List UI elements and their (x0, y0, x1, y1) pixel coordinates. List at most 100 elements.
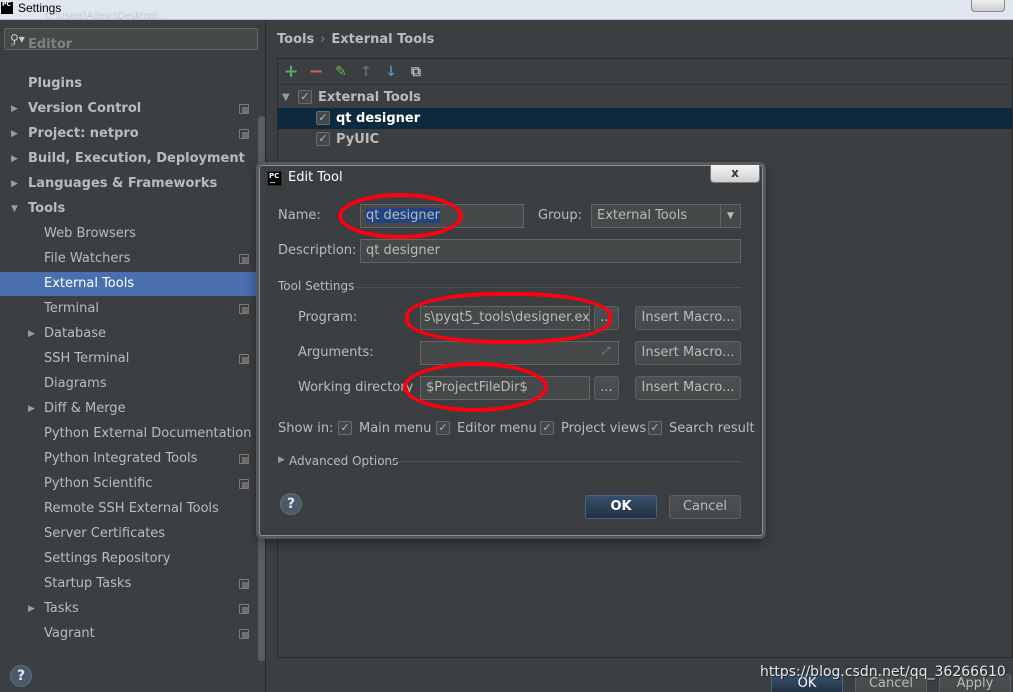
expand-arrow-icon[interactable]: ▶ (11, 172, 18, 196)
add-tool-button[interactable]: + (281, 62, 301, 82)
sidebar-item[interactable]: ▶ Database (0, 322, 258, 346)
working-directory-browse-button[interactable]: ... (594, 376, 619, 400)
tool-checkbox[interactable]: ✓ (316, 111, 330, 125)
dialog-close-button[interactable]: x (710, 165, 760, 183)
remove-tool-button[interactable]: − (306, 62, 326, 82)
sidebar-item[interactable]: ▸ Editor (0, 33, 258, 57)
dropdown-arrow-icon: ▼ (720, 205, 740, 227)
move-up-button[interactable]: ↑ (356, 62, 376, 82)
sidebar-item-label: Diagrams (44, 376, 107, 391)
expand-arrow-icon[interactable]: ▸ (11, 33, 16, 57)
external-tools-toolbar: + − ✎ ↑ ↓ ⧉ (278, 59, 1012, 85)
sidebar-item[interactable]: ▼ Tools (0, 197, 258, 221)
tool-settings-heading: Tool Settings (278, 279, 355, 293)
expand-arrow-icon[interactable]: ▶ (28, 597, 35, 621)
project-level-icon (239, 354, 249, 364)
sidebar-item[interactable]: Diagrams (0, 372, 258, 396)
sidebar-item[interactable]: Server Certificates (0, 522, 258, 546)
copy-tool-button[interactable]: ⧉ (406, 62, 426, 82)
sidebar-item[interactable]: Terminal (0, 297, 258, 321)
ok-button[interactable]: OK (585, 495, 657, 519)
breadcrumb-tools: Tools (277, 32, 315, 47)
sidebar-item[interactable]: Plugins (0, 72, 258, 96)
description-field[interactable]: qt designer (360, 239, 741, 263)
expand-arrow-icon[interactable]: ▶ (28, 322, 35, 346)
tool-row-qt-designer[interactable]: ✓ qt designer (278, 108, 1012, 129)
sidebar-item-label: File Watchers (44, 251, 131, 266)
editor-menu-checkbox[interactable]: ✓ (436, 421, 450, 435)
help-button[interactable]: ? (10, 665, 32, 687)
arguments-field[interactable]: ⤢ (420, 341, 619, 365)
sidebar-item-label: Server Certificates (44, 526, 166, 541)
working-directory-label: Working directory (298, 380, 414, 395)
sidebar-item[interactable]: ▶ Diff & Merge (0, 397, 258, 421)
sidebar-item-label: Diff & Merge (44, 401, 126, 416)
expand-arrow-icon[interactable]: ▶ (11, 97, 18, 121)
sidebar-item[interactable]: File Watchers (0, 247, 258, 271)
section-divider (394, 461, 741, 462)
editor-menu-label: Editor menu (457, 421, 537, 436)
sidebar-item[interactable]: Remote SSH External Tools (0, 497, 258, 521)
expand-arrow-icon[interactable]: ▶ (11, 147, 18, 171)
sidebar-item[interactable]: ▶ Build, Execution, Deployment (0, 147, 258, 171)
sidebar-item[interactable]: ▶ Tasks (0, 597, 258, 621)
tools-group-row[interactable]: ▼ ✓ External Tools (278, 87, 1012, 108)
red-annotation-program (405, 292, 612, 344)
move-down-button[interactable]: ↓ (381, 62, 401, 82)
collapse-arrow-icon[interactable]: ▼ (11, 197, 18, 221)
program-insert-macro-button[interactable]: Insert Macro... (635, 306, 741, 330)
sidebar-item-label: Python External Documentation (44, 426, 252, 441)
sidebar-item[interactable]: Python External Documentation (0, 422, 258, 446)
working-directory-insert-macro-button[interactable]: Insert Macro... (635, 376, 741, 400)
edit-tool-dialog: PC Edit Tool x Name: qt designer Group: … (259, 165, 763, 536)
project-views-checkbox[interactable]: ✓ (540, 421, 554, 435)
dialog-help-button[interactable]: ? (280, 493, 302, 515)
expand-icon[interactable]: ⤢ (602, 346, 614, 358)
dialog-title: Edit Tool (288, 170, 343, 185)
group-combobox[interactable]: External Tools ▼ (591, 204, 741, 228)
edit-tool-button[interactable]: ✎ (331, 62, 351, 82)
sidebar-item[interactable]: ▶ Project: netpro (0, 122, 258, 146)
sidebar-item[interactable]: Web Browsers (0, 222, 258, 246)
sidebar-item[interactable]: Startup Tasks (0, 572, 258, 596)
section-divider (356, 287, 741, 288)
expand-arrow-icon[interactable]: ▶ (278, 455, 285, 465)
project-level-icon (239, 254, 249, 264)
sidebar-item[interactable]: SSH Terminal (0, 347, 258, 371)
expand-arrow-icon[interactable]: ▶ (11, 122, 18, 146)
sidebar-item-label: Project: netpro (28, 126, 139, 141)
sidebar-item-label: Startup Tasks (44, 576, 132, 591)
cancel-button[interactable]: Cancel (669, 495, 741, 519)
sidebar-item[interactable]: Settings Repository (0, 547, 258, 571)
group-checkbox[interactable]: ✓ (298, 90, 312, 104)
expand-arrow-icon[interactable]: ▶ (28, 397, 35, 421)
sidebar-item-label: Languages & Frameworks (28, 176, 218, 191)
project-views-label: Project views (561, 421, 647, 436)
project-level-icon (239, 304, 249, 314)
red-annotation-name (338, 193, 463, 239)
sidebar-item-label: Build, Execution, Deployment (28, 151, 245, 166)
tool-label: PyUIC (336, 132, 380, 147)
main-menu-checkbox[interactable]: ✓ (338, 421, 352, 435)
sidebar-item[interactable]: ▶ Languages & Frameworks (0, 172, 258, 196)
sidebar-item-label: Remote SSH External Tools (44, 501, 219, 516)
sidebar-item-label: Database (44, 326, 107, 341)
sidebar-item[interactable]: Python Integrated Tools (0, 447, 258, 471)
sidebar-item-label: Python Integrated Tools (44, 451, 198, 466)
search-result-checkbox[interactable]: ✓ (648, 421, 662, 435)
sidebar-item[interactable]: ▶ Version Control (0, 97, 258, 121)
tool-row-pyuic[interactable]: ✓ PyUIC (278, 129, 1012, 150)
sidebar-item-label: Version Control (28, 101, 142, 116)
advanced-options-toggle[interactable]: Advanced Options (289, 454, 398, 468)
sidebar-item-label: Tasks (44, 601, 79, 616)
tool-checkbox[interactable]: ✓ (316, 132, 330, 146)
collapse-arrow-icon[interactable]: ▼ (282, 87, 290, 108)
sidebar-item-label: External Tools (44, 276, 135, 291)
dialog-titlebar: PC Edit Tool x (260, 165, 762, 190)
sidebar-item[interactable]: Python Scientific (0, 472, 258, 496)
sidebar-item-label: Vagrant (44, 626, 95, 641)
sidebar-item[interactable]: External Tools (0, 272, 258, 296)
sidebar-item[interactable]: Vagrant (0, 622, 258, 646)
arguments-insert-macro-button[interactable]: Insert Macro... (635, 341, 741, 365)
window-close-button[interactable] (971, 0, 1005, 12)
